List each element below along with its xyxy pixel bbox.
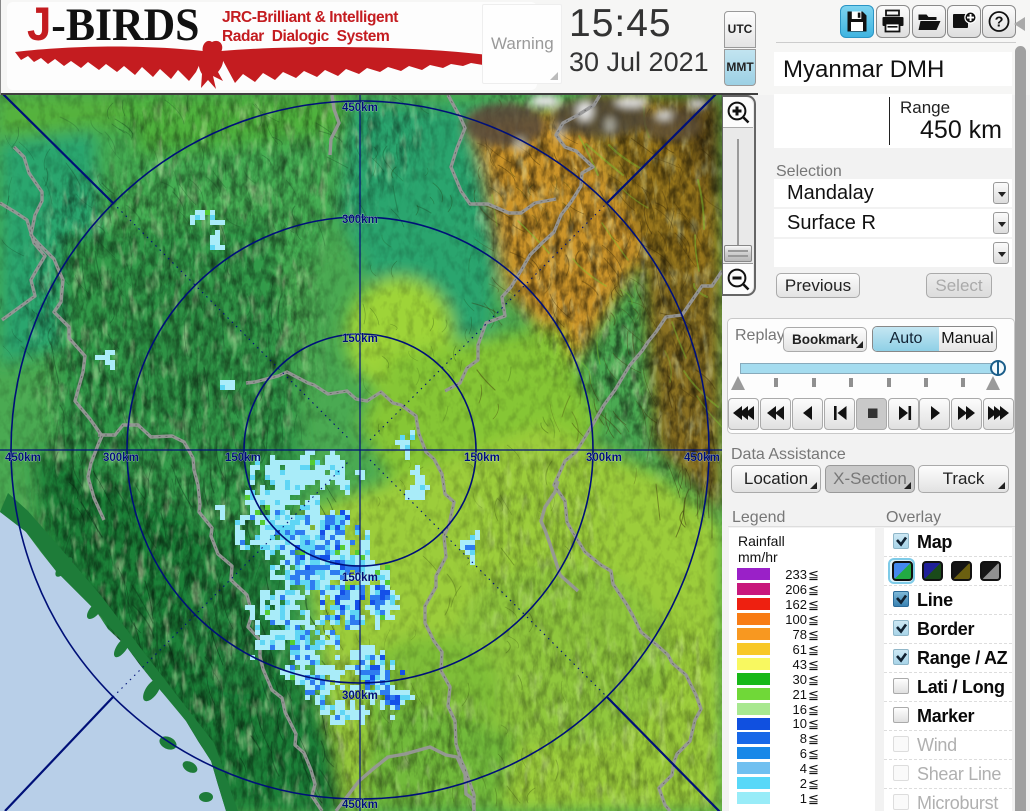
svg-text:150km: 150km (225, 452, 261, 464)
svg-text:300km: 300km (103, 452, 139, 464)
svg-text:?: ? (995, 15, 1004, 31)
svg-text:150km: 150km (464, 452, 500, 464)
svg-text:300km: 300km (342, 214, 378, 226)
svg-text:450km: 450km (342, 799, 378, 811)
svg-text:300km: 300km (586, 452, 622, 464)
svg-text:150km: 150km (342, 572, 378, 584)
svg-text:450km: 450km (342, 102, 378, 114)
svg-text:300km: 300km (342, 690, 378, 702)
svg-text:450km: 450km (5, 452, 41, 464)
svg-text:150km: 150km (342, 333, 378, 345)
svg-text:450km: 450km (684, 452, 720, 464)
